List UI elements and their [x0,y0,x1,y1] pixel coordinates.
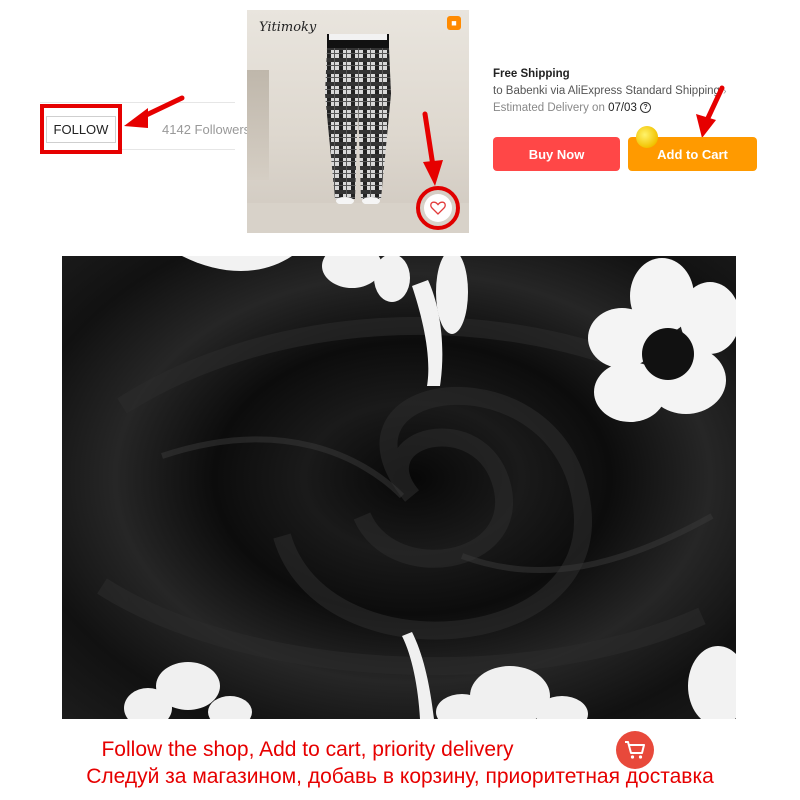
promo-line-russian-text: Следуй за магазином, добавь в корзину, п… [86,765,714,788]
flower-print-top-right [588,258,736,422]
store-badge-icon: ■ [447,16,461,30]
wishlist-button[interactable] [424,194,452,222]
shopping-cart-icon [616,731,654,769]
buy-now-button[interactable]: Buy Now [493,137,620,171]
wishlist-highlight-ring [416,186,460,230]
shipping-title: Free Shipping [493,68,570,80]
promo-line-russian: Следуй за магазином, добавь в корзину, п… [0,765,800,789]
fabric-closeup-image [62,256,736,719]
background-shelf [247,70,269,180]
coin-sparkle-icon [636,126,658,148]
follow-button[interactable]: FOLLOW [40,104,122,154]
buy-now-label: Buy Now [528,146,585,162]
estimated-delivery-label: Estimated Delivery on [493,102,605,114]
heart-icon [430,201,446,215]
question-icon[interactable]: ? [640,102,652,114]
estimated-delivery-date: 07/03 [608,102,637,114]
flower-print-bottom-left [124,662,252,719]
shipping-route-text: to Babenki via AliExpress Standard Shipp… [493,85,720,97]
promo-line-english-text: Follow the shop, Add to cart, priority d… [101,738,514,761]
plaid-pants-image [325,34,391,204]
flower-print-bottom-middle [402,632,588,719]
product-photo[interactable]: Yitimoky ■ [247,10,469,233]
fabric-print-pattern [97,256,736,719]
follow-button-label: FOLLOW [45,115,117,143]
arrow-to-cart-icon [696,85,725,138]
cart-glyph-icon [625,741,645,759]
brand-watermark: Yitimoky [259,20,317,35]
arrow-to-wishlist-icon [422,111,443,186]
add-to-cart-label: Add to Cart [657,146,728,162]
arrow-to-follow-icon [124,95,185,128]
